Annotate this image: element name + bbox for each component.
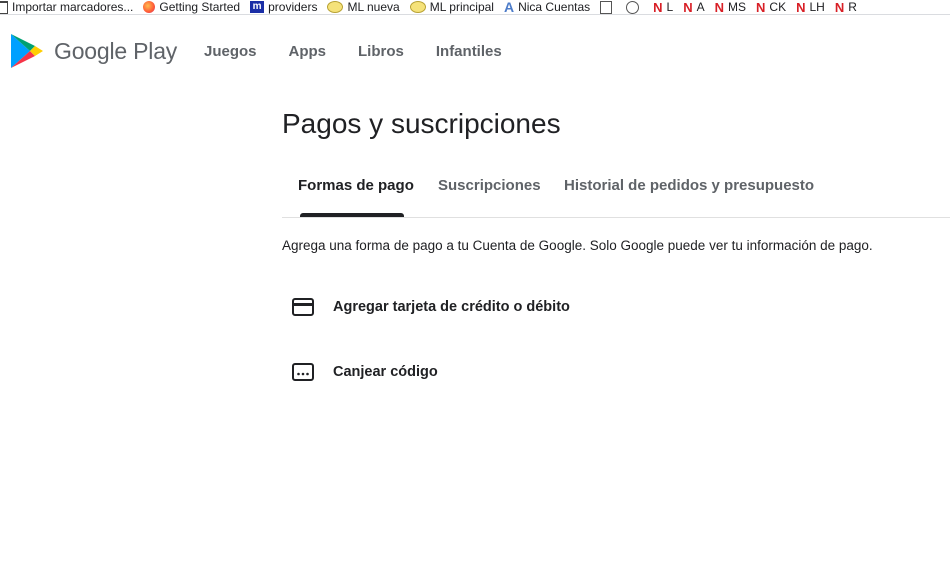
active-tab-indicator <box>300 213 404 217</box>
redeem-code-label: Canjear código <box>333 364 438 380</box>
bookmark-label: providers <box>268 0 318 14</box>
globe-icon <box>626 0 640 14</box>
page-icon <box>600 0 613 14</box>
bookmark-label: L <box>666 0 674 14</box>
bookmark-page[interactable] <box>600 0 616 14</box>
bookmark-netflix-r[interactable]: N R <box>835 0 857 14</box>
redeem-code-icon <box>287 360 319 384</box>
tab-suscripciones[interactable]: Suscripciones <box>438 177 541 194</box>
bookmark-globe[interactable] <box>626 0 643 14</box>
m-icon: m <box>250 1 265 13</box>
bookmark-netflix-l[interactable]: N L <box>653 0 673 14</box>
bookmark-importar[interactable]: Importar marcadores... <box>0 0 133 14</box>
ml-icon <box>327 1 344 13</box>
nav-apps[interactable]: Apps <box>289 43 327 60</box>
credit-card-icon <box>287 295 319 319</box>
bookmarks-bar: Importar marcadores... Getting Started m… <box>0 0 950 15</box>
tab-historial[interactable]: Historial de pedidos y presupuesto <box>564 177 814 194</box>
folder-icon <box>0 0 8 14</box>
bookmark-providers[interactable]: m providers <box>250 0 317 14</box>
netflix-icon: N <box>714 0 725 15</box>
bookmark-label: MS <box>728 0 747 14</box>
payment-description: Agrega una forma de pago a tu Cuenta de … <box>282 238 873 253</box>
google-play-logo-icon[interactable] <box>9 32 45 70</box>
brand-name[interactable]: Google Play <box>54 38 177 65</box>
bookmark-netflix-ms[interactable]: N MS <box>715 0 746 14</box>
bookmark-nica-cuentas[interactable]: A Nica Cuentas <box>504 0 590 14</box>
nav-juegos[interactable]: Juegos <box>204 43 257 60</box>
bookmark-label: A <box>696 0 705 14</box>
bookmark-netflix-lh[interactable]: N LH <box>796 0 825 14</box>
add-card-option[interactable]: Agregar tarjeta de crédito o débito <box>282 287 682 327</box>
bookmark-label: LH <box>809 0 825 14</box>
bookmark-ml-nueva[interactable]: ML nueva <box>327 0 400 14</box>
redeem-code-option[interactable]: Canjear código <box>282 352 682 392</box>
add-card-label: Agregar tarjeta de crédito o débito <box>333 299 570 315</box>
bookmark-label: ML principal <box>429 0 494 14</box>
nav-libros[interactable]: Libros <box>358 43 404 60</box>
ml-icon <box>409 1 426 13</box>
bookmark-label: ML nueva <box>347 0 400 14</box>
bookmark-ml-principal[interactable]: ML principal <box>409 0 494 14</box>
site-header: Google Play Juegos Apps Libros Infantile… <box>0 20 950 82</box>
tab-formas-de-pago[interactable]: Formas de pago <box>298 177 414 194</box>
page-title: Pagos y suscripciones <box>282 108 561 139</box>
bookmark-netflix-ck[interactable]: N CK <box>756 0 786 14</box>
netflix-icon: N <box>653 0 663 15</box>
bookmark-label: Getting Started <box>159 0 241 14</box>
main-nav: Juegos Apps Libros Infantiles <box>204 43 534 60</box>
netflix-icon: N <box>756 0 766 15</box>
netflix-icon: N <box>834 0 845 15</box>
bookmark-label: Importar marcadores... <box>12 0 134 14</box>
bookmark-label: R <box>848 0 857 14</box>
a-icon: A <box>503 0 515 15</box>
netflix-icon: N <box>796 0 806 15</box>
tabs-bar: Formas de pago Suscripciones Historial d… <box>282 166 950 218</box>
bookmark-getting-started[interactable]: Getting Started <box>143 0 240 14</box>
bookmark-label: CK <box>769 0 787 14</box>
nav-infantiles[interactable]: Infantiles <box>436 43 502 60</box>
netflix-icon: N <box>683 0 693 15</box>
firefox-icon <box>143 1 156 13</box>
bookmark-netflix-a[interactable]: N A <box>683 0 704 14</box>
bookmark-label: Nica Cuentas <box>518 0 591 14</box>
